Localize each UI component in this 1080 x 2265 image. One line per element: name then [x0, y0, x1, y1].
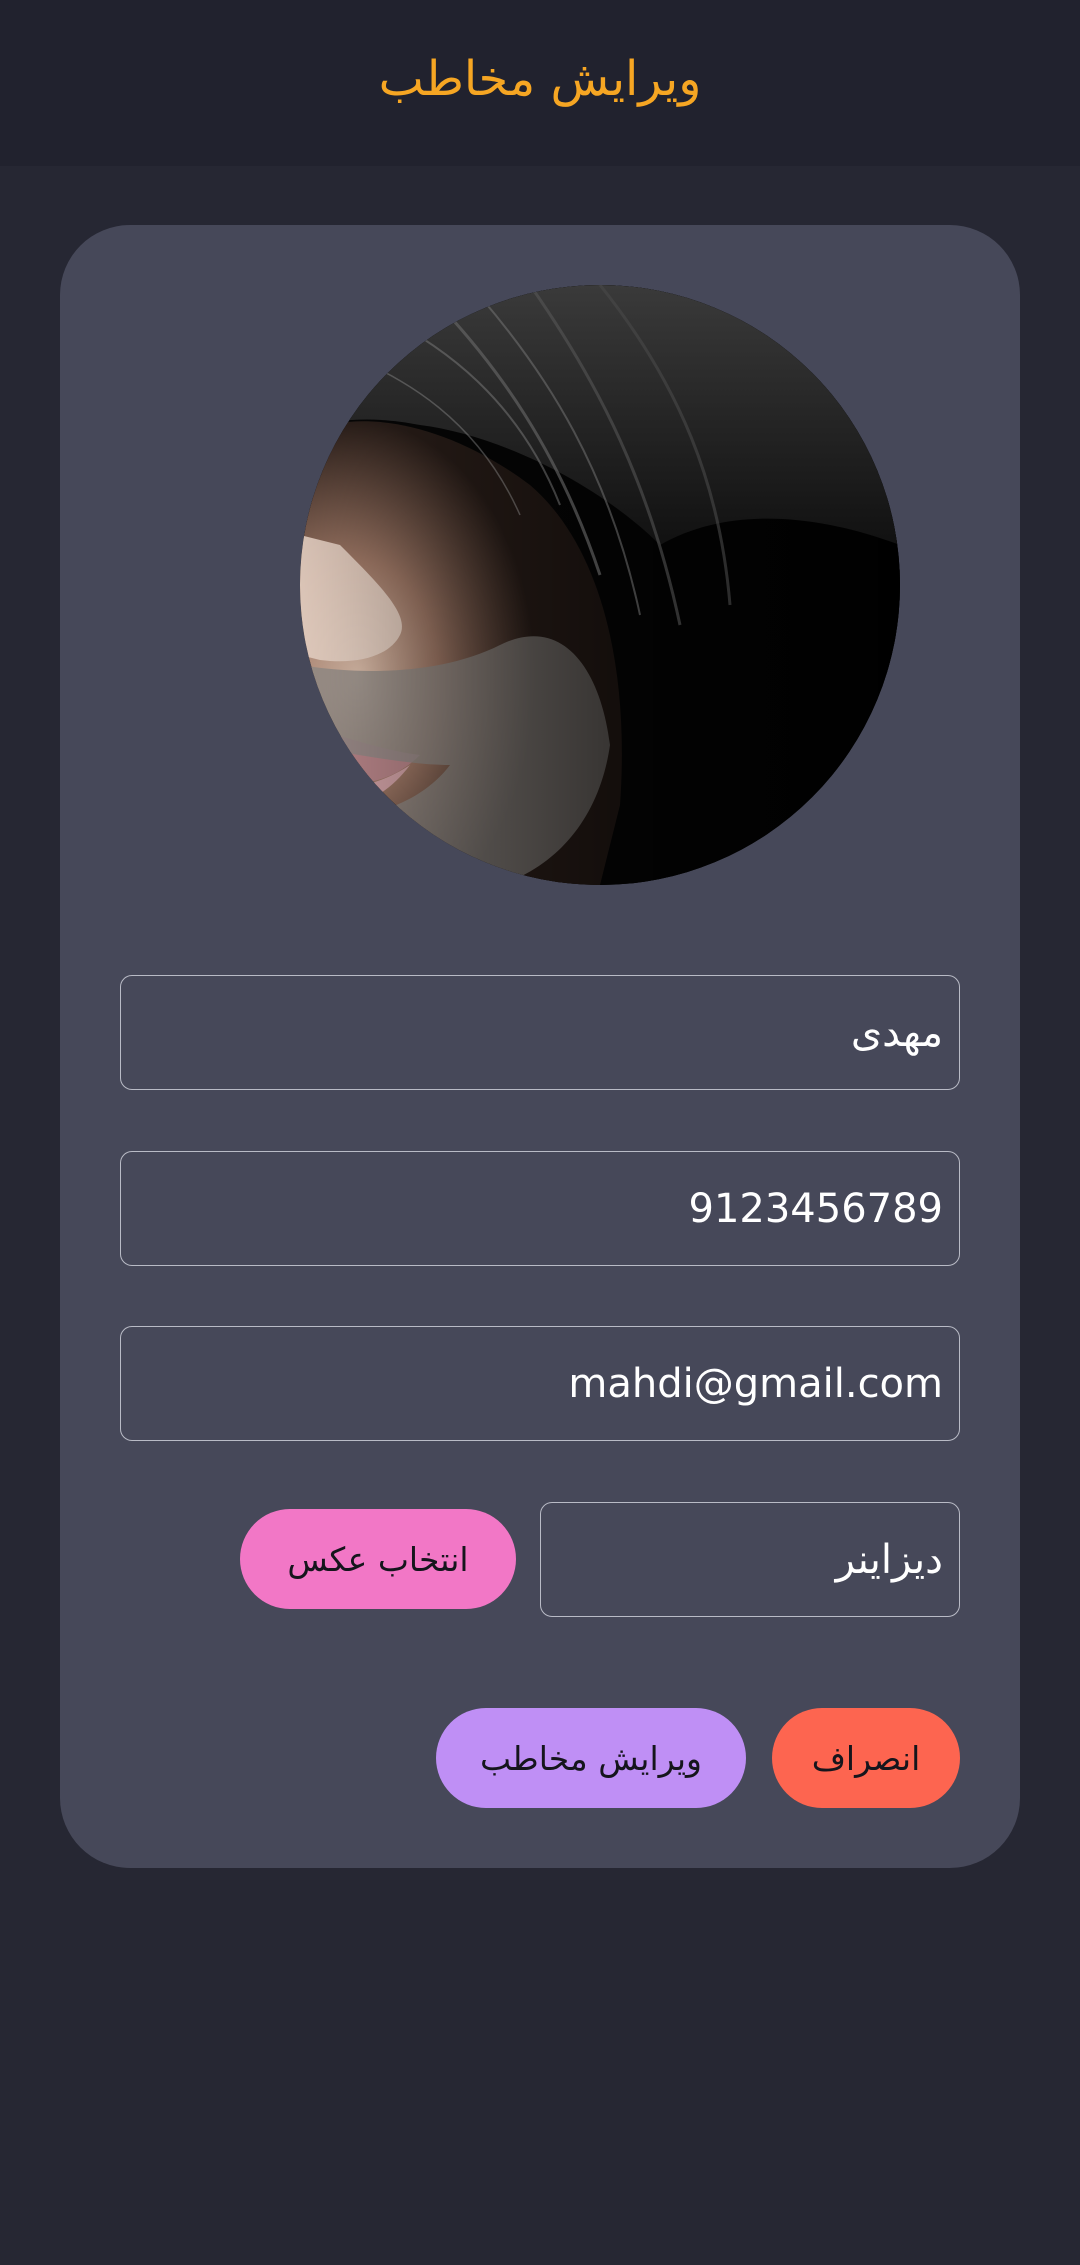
edit-contact-button[interactable]: ویرایش مخاطب	[436, 1708, 746, 1808]
page-title: ویرایش مخاطب	[378, 51, 702, 107]
contact-avatar[interactable]	[300, 285, 900, 885]
phone-value: 9123456789	[688, 1185, 944, 1232]
email-field[interactable]: mahdi@gmail.com	[120, 1326, 960, 1441]
name-value: مهدی	[850, 1009, 943, 1056]
contact-edit-card: مهدی 9123456789 mahdi@gmail.com دیزاینر …	[60, 225, 1020, 1868]
app-bar: ویرایش مخاطب	[0, 0, 1080, 166]
phone-field[interactable]: 9123456789	[120, 1151, 960, 1266]
avatar-image	[300, 285, 900, 885]
job-value: دیزاینر	[835, 1536, 943, 1583]
cancel-button[interactable]: انصراف	[772, 1708, 960, 1808]
pick-image-button[interactable]: انتخاب عکس	[240, 1509, 516, 1609]
name-field[interactable]: مهدی	[120, 975, 960, 1090]
job-field[interactable]: دیزاینر	[540, 1502, 960, 1617]
email-value: mahdi@gmail.com	[568, 1360, 943, 1407]
